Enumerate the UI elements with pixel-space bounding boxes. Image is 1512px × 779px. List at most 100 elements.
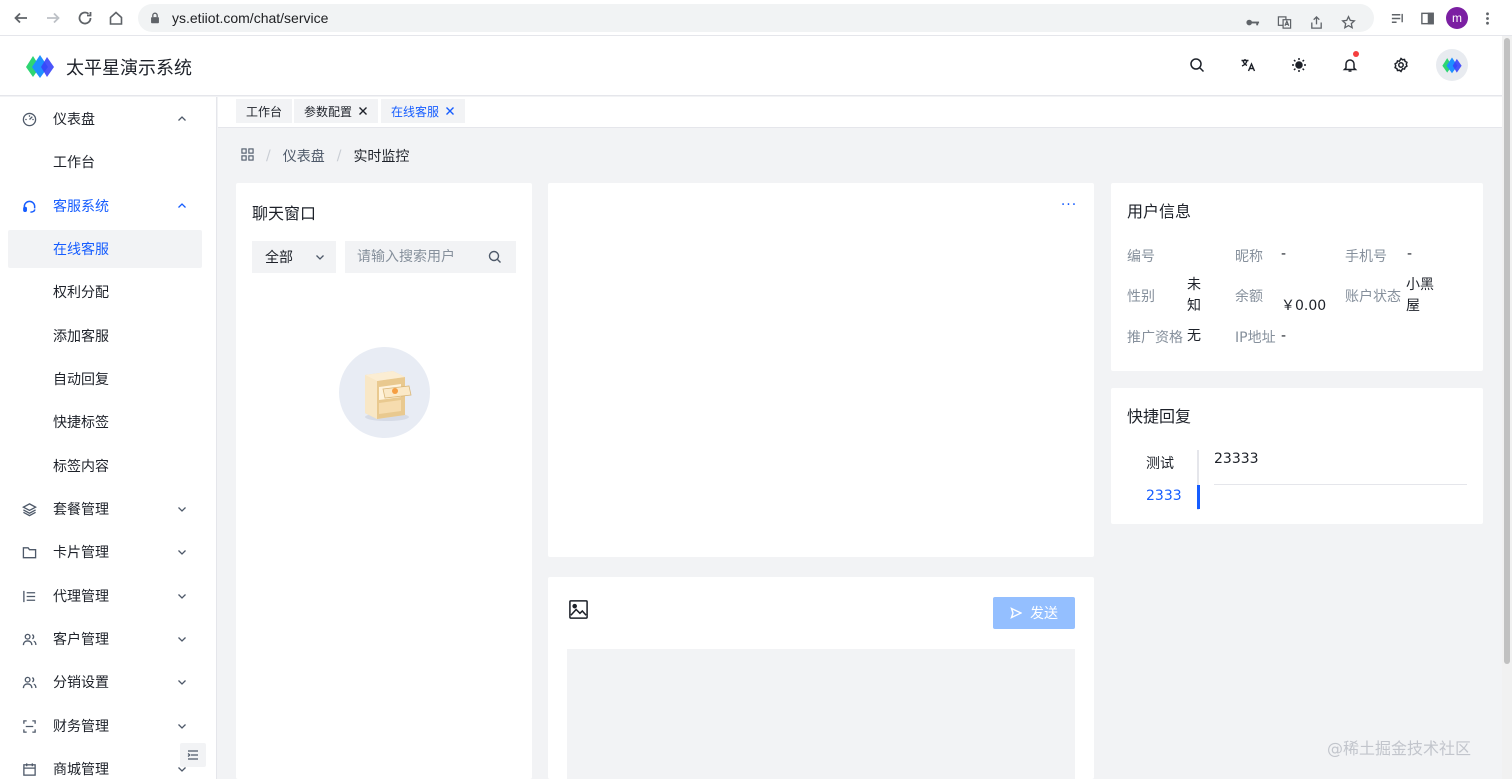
breadcrumb-current: 实时监控 [353, 149, 410, 165]
search-icon[interactable] [1181, 49, 1213, 81]
search-icon[interactable] [488, 250, 502, 264]
chat-filter-select[interactable]: 全部 [252, 241, 336, 273]
send-button[interactable]: 发送 [993, 597, 1075, 629]
close-icon[interactable] [445, 106, 455, 116]
calendar-icon [21, 761, 37, 777]
sidebar-item-mall[interactable]: 商城管理 [8, 750, 202, 779]
chevron-up-icon [176, 200, 188, 212]
reload-icon[interactable] [69, 4, 101, 32]
sidebar-item-online-service[interactable]: 在线客服 [8, 230, 202, 268]
address-bar[interactable]: ys.etiiot.com/chat/service [138, 4, 1374, 32]
close-icon[interactable] [358, 106, 368, 116]
chevron-down-icon [176, 503, 188, 515]
tab-label: 工作台 [246, 104, 283, 119]
field-label-id: 编号 [1127, 249, 1155, 265]
star-icon[interactable] [1334, 8, 1362, 36]
chat-messages-panel: ··· [548, 183, 1094, 557]
field-label-promo: 推广资格 [1127, 330, 1183, 346]
field-value-phone: - [1407, 246, 1413, 262]
quick-reply-title: 快捷回复 [1127, 407, 1192, 426]
sidebar-item-permissions[interactable]: 权利分配 [8, 273, 202, 311]
chevron-down-icon [176, 546, 188, 558]
reading-list-icon[interactable] [1384, 4, 1410, 32]
sidebar-item-label: 卡片管理 [53, 545, 109, 561]
key-icon[interactable] [1238, 8, 1266, 36]
sidebar-item-cards[interactable]: 卡片管理 [8, 533, 202, 571]
sidebar-item-agents[interactable]: 代理管理 [8, 577, 202, 615]
user-avatar[interactable] [1436, 49, 1468, 81]
sidebar-item-label: 仪表盘 [53, 112, 95, 128]
notification-dot [1353, 51, 1359, 57]
profile-avatar[interactable]: m [1444, 4, 1470, 32]
message-input[interactable] [567, 649, 1075, 779]
sidebar-item-dashboard[interactable]: 仪表盘 [8, 100, 202, 138]
watermark: @稀土掘金技术社区 [1327, 739, 1472, 758]
chevron-down-icon [176, 720, 188, 732]
folder-icon [21, 544, 37, 560]
image-upload-icon[interactable] [568, 599, 590, 621]
page-scrollbar[interactable] [1502, 36, 1512, 779]
sidebar-item-label: 套餐管理 [53, 502, 109, 518]
layers-icon [21, 501, 37, 517]
field-value-ip: - [1281, 328, 1287, 344]
forward-icon[interactable] [37, 4, 69, 32]
sidebar-item-tag-content[interactable]: 标签内容 [8, 447, 202, 485]
sidebar-item-quick-tags[interactable]: 快捷标签 [8, 403, 202, 441]
sidebar-item-finance[interactable]: 财务管理 [8, 707, 202, 745]
bell-icon[interactable] [1334, 49, 1366, 81]
home-icon[interactable] [100, 4, 132, 32]
field-value-balance: ￥0.00 [1281, 298, 1327, 314]
back-icon[interactable] [5, 4, 37, 32]
app-title: 太平星演示系统 [66, 58, 192, 79]
tab-strip: 工作台 参数配置 在线客服 [218, 97, 1502, 128]
sidebar-item-customer-service[interactable]: 客服系统 [8, 187, 202, 225]
sidebar-item-add-agent[interactable]: 添加客服 [8, 317, 202, 355]
side-panel-icon[interactable] [1414, 4, 1440, 32]
profile-initial: m [1446, 7, 1468, 29]
share-icon[interactable] [1302, 8, 1330, 36]
translate-icon[interactable] [1232, 49, 1264, 81]
users-icon [21, 631, 37, 647]
sidebar-item-workbench[interactable]: 工作台 [8, 143, 202, 181]
sidebar: 仪表盘 工作台 客服系统 在线客服 权利分配 添加客服 自动回复 快捷标签 标签… [0, 97, 217, 779]
send-label: 发送 [1030, 606, 1058, 622]
field-label-nickname: 昵称 [1235, 249, 1263, 265]
breadcrumb-item[interactable]: 仪表盘 [283, 146, 325, 166]
sidebar-item-label: 财务管理 [53, 719, 109, 735]
scrollbar-thumb[interactable] [1504, 38, 1510, 664]
quick-reply-tab-active[interactable]: 2333 [1146, 488, 1182, 504]
field-label-phone: 手机号 [1345, 249, 1387, 265]
sidebar-item-label: 权利分配 [53, 285, 109, 301]
sidebar-item-auto-reply[interactable]: 自动回复 [8, 360, 202, 398]
sidebar-item-distribution[interactable]: 分销设置 [8, 663, 202, 701]
collapse-sidebar-button[interactable] [180, 743, 206, 767]
quick-reply-content[interactable]: 23333 [1214, 451, 1259, 467]
theme-icon[interactable] [1283, 49, 1315, 81]
sidebar-item-label: 自动回复 [53, 372, 109, 388]
app-logo [26, 55, 54, 78]
tab-params[interactable]: 参数配置 [294, 99, 379, 123]
user-info-title: 用户信息 [1127, 202, 1192, 221]
more-options-icon[interactable]: ··· [1060, 197, 1078, 215]
sidebar-item-customers[interactable]: 客户管理 [8, 620, 202, 658]
send-icon [1010, 607, 1022, 619]
field-label-ip: IP地址 [1235, 330, 1276, 346]
chat-list-panel: 聊天窗口 全部 [236, 183, 532, 779]
sidebar-item-label: 代理管理 [53, 589, 109, 605]
sidebar-item-packages[interactable]: 套餐管理 [8, 490, 202, 528]
chevron-down-icon [316, 255, 324, 260]
quick-reply-tab[interactable]: 测试 [1146, 453, 1174, 473]
chevron-down-icon [176, 590, 188, 602]
app-header: 太平星演示系统 [0, 36, 1502, 96]
user-search-box[interactable] [345, 241, 516, 273]
user-search-input[interactable] [357, 249, 487, 265]
sidebar-item-label: 快捷标签 [53, 415, 109, 431]
chat-list-title: 聊天窗口 [252, 204, 317, 223]
gear-icon[interactable] [1385, 49, 1417, 81]
apps-icon[interactable] [241, 147, 254, 165]
tab-online-service[interactable]: 在线客服 [381, 99, 466, 123]
tab-workbench[interactable]: 工作台 [236, 99, 293, 123]
kebab-menu-icon[interactable] [1474, 4, 1500, 32]
translate-page-icon[interactable] [1270, 8, 1298, 36]
field-value-nickname: - [1281, 246, 1287, 262]
